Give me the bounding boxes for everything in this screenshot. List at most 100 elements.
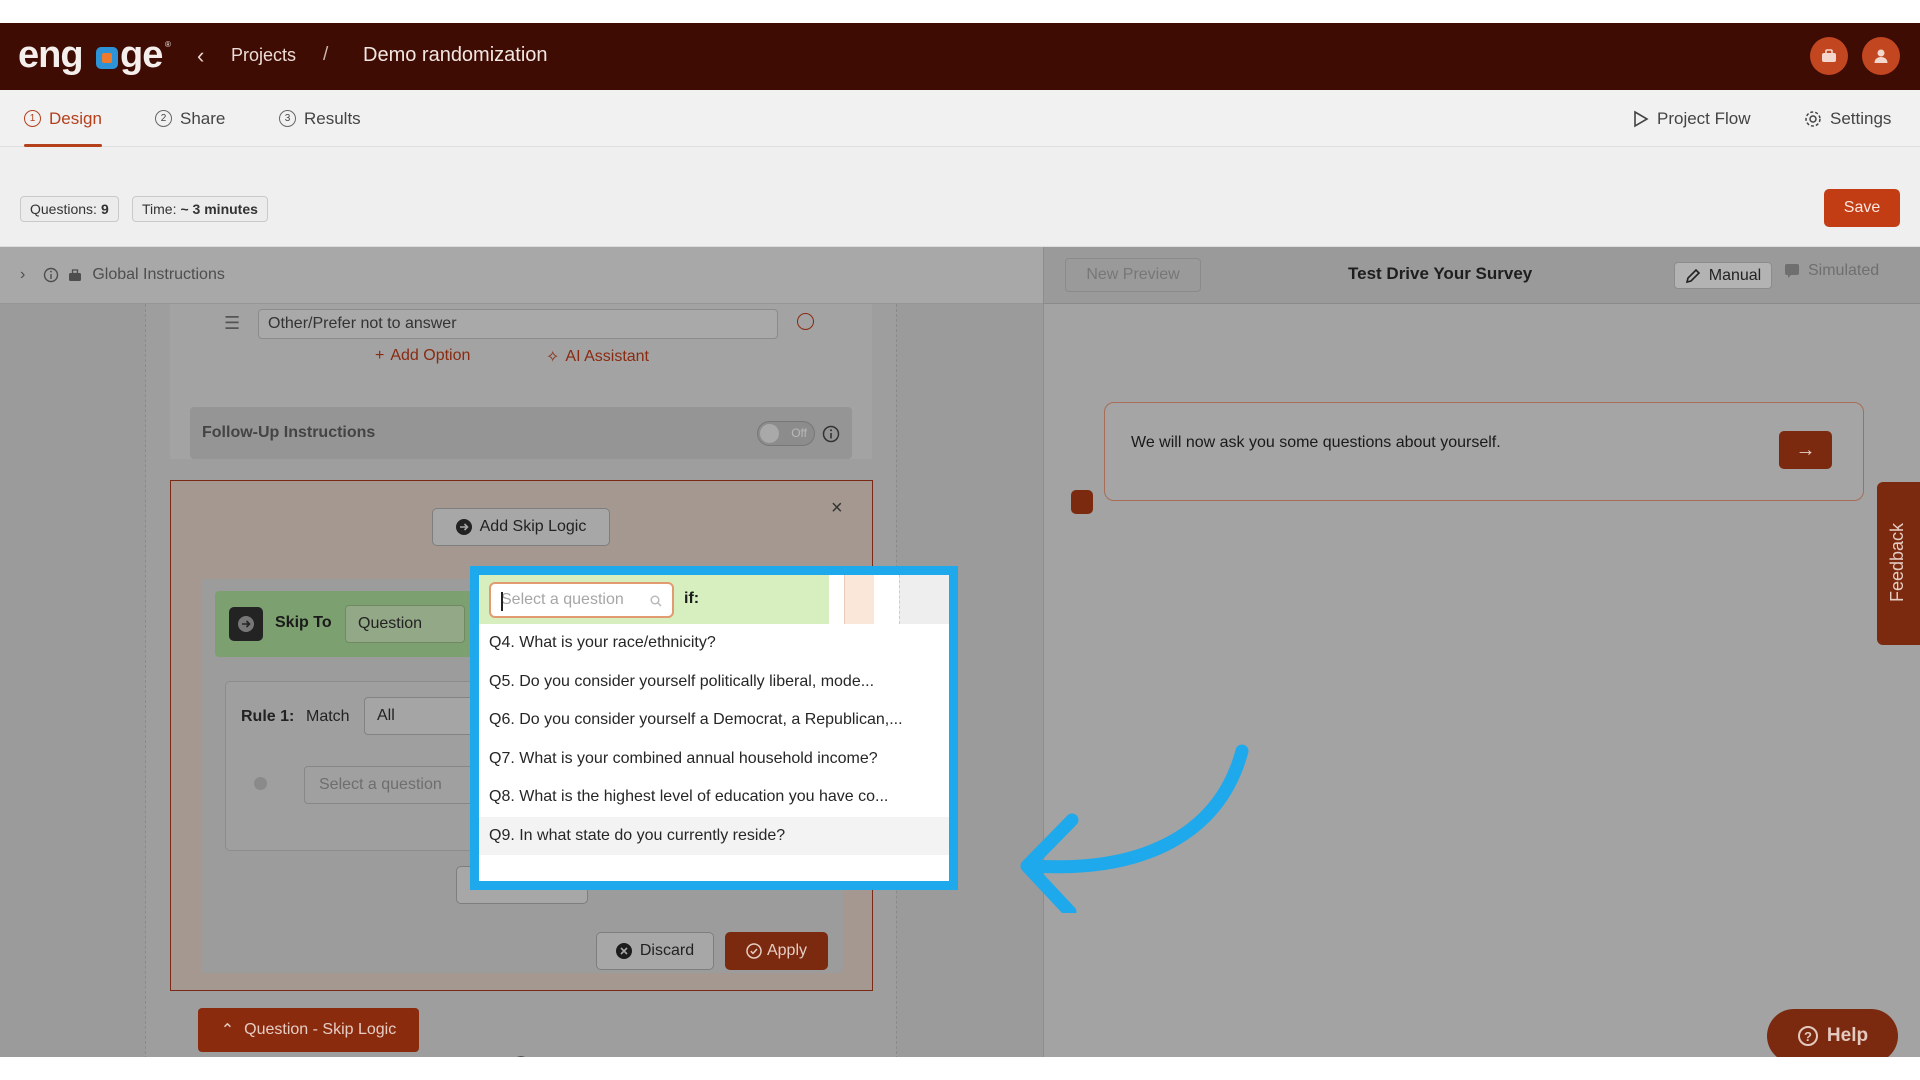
add-option-button[interactable]: + Add Option xyxy=(375,347,470,365)
question-search-input[interactable]: Select a question xyxy=(489,582,674,618)
breadcrumb-projects[interactable]: Projects xyxy=(231,45,296,66)
play-icon xyxy=(1634,110,1649,127)
question-options-list: Q4. What is your race/ethnicity? Q5. Do … xyxy=(479,624,949,855)
tab-results[interactable]: 3 Results xyxy=(279,90,361,147)
arrow-right-icon: → xyxy=(1795,438,1816,461)
apply-button[interactable]: Apply xyxy=(725,932,828,970)
question-option[interactable]: Q8. What is the highest level of educati… xyxy=(479,778,949,817)
tab-label: Results xyxy=(304,108,361,128)
tab-label: Design xyxy=(49,108,102,128)
add-question-icon[interactable] xyxy=(510,1055,532,1057)
tab-bar: 1 Design 2 Share 3 Results Project Flow … xyxy=(0,90,1920,147)
add-skip-logic-label: Add Skip Logic xyxy=(479,518,587,535)
project-flow-label: Project Flow xyxy=(1657,108,1751,128)
questions-count-label: Questions: xyxy=(30,201,97,217)
user-icon[interactable] xyxy=(1862,37,1900,75)
follow-up-label: Follow-Up Instructions xyxy=(202,424,376,441)
skip-target-select[interactable]: Question xyxy=(345,605,465,643)
rule-bullet xyxy=(254,777,267,790)
pencil-icon xyxy=(1685,268,1700,283)
if-label: if: xyxy=(684,590,700,607)
svg-text:ge: ge xyxy=(120,34,162,76)
skip-to-label: Skip To xyxy=(275,614,332,631)
discard-button[interactable]: Discard xyxy=(596,932,714,970)
time-estimate-value: ~ 3 minutes xyxy=(180,201,258,217)
bot-avatar-icon xyxy=(1071,490,1093,514)
help-label: Help xyxy=(1826,1025,1869,1046)
match-label: Match xyxy=(306,708,350,725)
match-select[interactable]: All xyxy=(364,697,484,735)
step-number-icon: 1 xyxy=(24,110,41,127)
project-flow-button[interactable]: Project Flow xyxy=(1633,90,1751,147)
drag-handle-icon[interactable]: ☰ xyxy=(224,313,240,334)
settings-label: Settings xyxy=(1830,108,1892,128)
new-preview-button[interactable]: New Preview xyxy=(1065,258,1201,292)
skip-to-row: Skip To Question xyxy=(215,591,475,657)
global-instructions-label: Global Instructions xyxy=(92,266,225,283)
chevron-up-icon: ⌃ xyxy=(220,1022,235,1039)
tab-share[interactable]: 2 Share xyxy=(155,90,225,147)
plus-icon: + xyxy=(375,347,385,364)
simulated-mode-button[interactable]: Simulated xyxy=(1784,262,1879,280)
top-bar: eng ge ® ‹ Projects / Demo randomization xyxy=(0,23,1920,90)
next-arrow-button[interactable]: → xyxy=(1779,431,1832,469)
step-number-icon: 3 xyxy=(279,110,296,127)
add-skip-logic-button[interactable]: Add Skip Logic xyxy=(432,508,610,546)
questions-count-badge: Questions: 9 xyxy=(20,196,119,222)
tab-design[interactable]: 1 Design xyxy=(24,90,102,147)
option-input[interactable]: Other/Prefer not to answer xyxy=(258,309,778,339)
close-icon[interactable]: × xyxy=(831,497,843,520)
preview-toolbar: New Preview Test Drive Your Survey Manua… xyxy=(1044,247,1920,304)
feedback-label: Feedback xyxy=(1887,522,1907,602)
save-button[interactable]: Save xyxy=(1824,189,1900,227)
manual-mode-button[interactable]: Manual xyxy=(1674,262,1772,289)
svg-text:eng: eng xyxy=(18,34,83,76)
preview-pane: New Preview Test Drive Your Survey Manua… xyxy=(1043,247,1920,1057)
sparkle-icon: ✧ xyxy=(546,349,560,366)
rule-1-box: Rule 1: Match All Select a question xyxy=(225,681,486,851)
discard-label: Discard xyxy=(639,942,695,959)
x-circle-icon xyxy=(615,943,632,959)
canvas-edge xyxy=(899,575,949,624)
time-estimate-label: Time: xyxy=(142,201,177,217)
info-icon[interactable] xyxy=(822,425,840,443)
remove-option-icon[interactable] xyxy=(797,313,814,330)
ai-assistant-button[interactable]: ✧ AI Assistant xyxy=(546,347,649,367)
time-estimate-badge: Time: ~ 3 minutes xyxy=(132,196,268,222)
question-option[interactable]: Q9. In what state do you currently resid… xyxy=(479,816,949,855)
question-select-dropdown: Select a question if: Q4. What is your r… xyxy=(470,566,958,890)
feedback-tab[interactable]: Feedback xyxy=(1877,482,1920,645)
question-option[interactable]: Q5. Do you consider yourself politically… xyxy=(479,663,949,702)
question-option[interactable]: Q4. What is your race/ethnicity? xyxy=(479,624,949,663)
ai-assistant-label: AI Assistant xyxy=(565,348,649,365)
back-chevron-icon[interactable]: ‹ xyxy=(197,43,204,69)
skip-tag-label: Question - Skip Logic xyxy=(244,1021,397,1038)
annotation-arrow-icon xyxy=(1020,744,1249,913)
briefcase-icon[interactable] xyxy=(1810,37,1848,75)
question-circle-icon: ? xyxy=(1797,1026,1818,1046)
toggle-state-label: Off xyxy=(791,426,807,440)
breadcrumb-separator: / xyxy=(323,44,329,65)
settings-button[interactable]: Settings xyxy=(1804,90,1891,147)
tab-label: Share xyxy=(180,108,226,128)
follow-up-toggle[interactable]: Off xyxy=(757,421,815,446)
question-option[interactable]: Q7. What is your combined annual househo… xyxy=(479,740,949,779)
engage-logo[interactable]: eng ge ® xyxy=(18,33,174,79)
manual-mode-label: Manual xyxy=(1708,266,1762,284)
preview-title: Test Drive Your Survey xyxy=(1348,264,1533,283)
question-skip-logic-tab[interactable]: ⌃ Question - Skip Logic xyxy=(198,1008,419,1052)
check-circle-icon xyxy=(746,943,762,959)
svg-text:?: ? xyxy=(1804,1029,1812,1044)
help-button[interactable]: ? Help xyxy=(1767,1009,1898,1057)
rule-question-select[interactable]: Select a question xyxy=(304,766,486,804)
toggle-knob xyxy=(760,424,779,443)
global-instructions-bar[interactable]: › Global Instructions xyxy=(0,247,1043,304)
chevron-right-icon[interactable]: › xyxy=(20,266,25,284)
apply-label: Apply xyxy=(766,942,808,959)
question-option[interactable]: Q6. Do you consider yourself a Democrat,… xyxy=(479,701,949,740)
gear-icon xyxy=(1805,110,1821,127)
app-window: eng ge ® ‹ Projects / Demo randomization… xyxy=(0,23,1920,1057)
follow-up-instructions-row: Follow-Up Instructions xyxy=(190,407,852,459)
panel-edge xyxy=(844,575,874,624)
questions-count-value: 9 xyxy=(100,201,109,217)
